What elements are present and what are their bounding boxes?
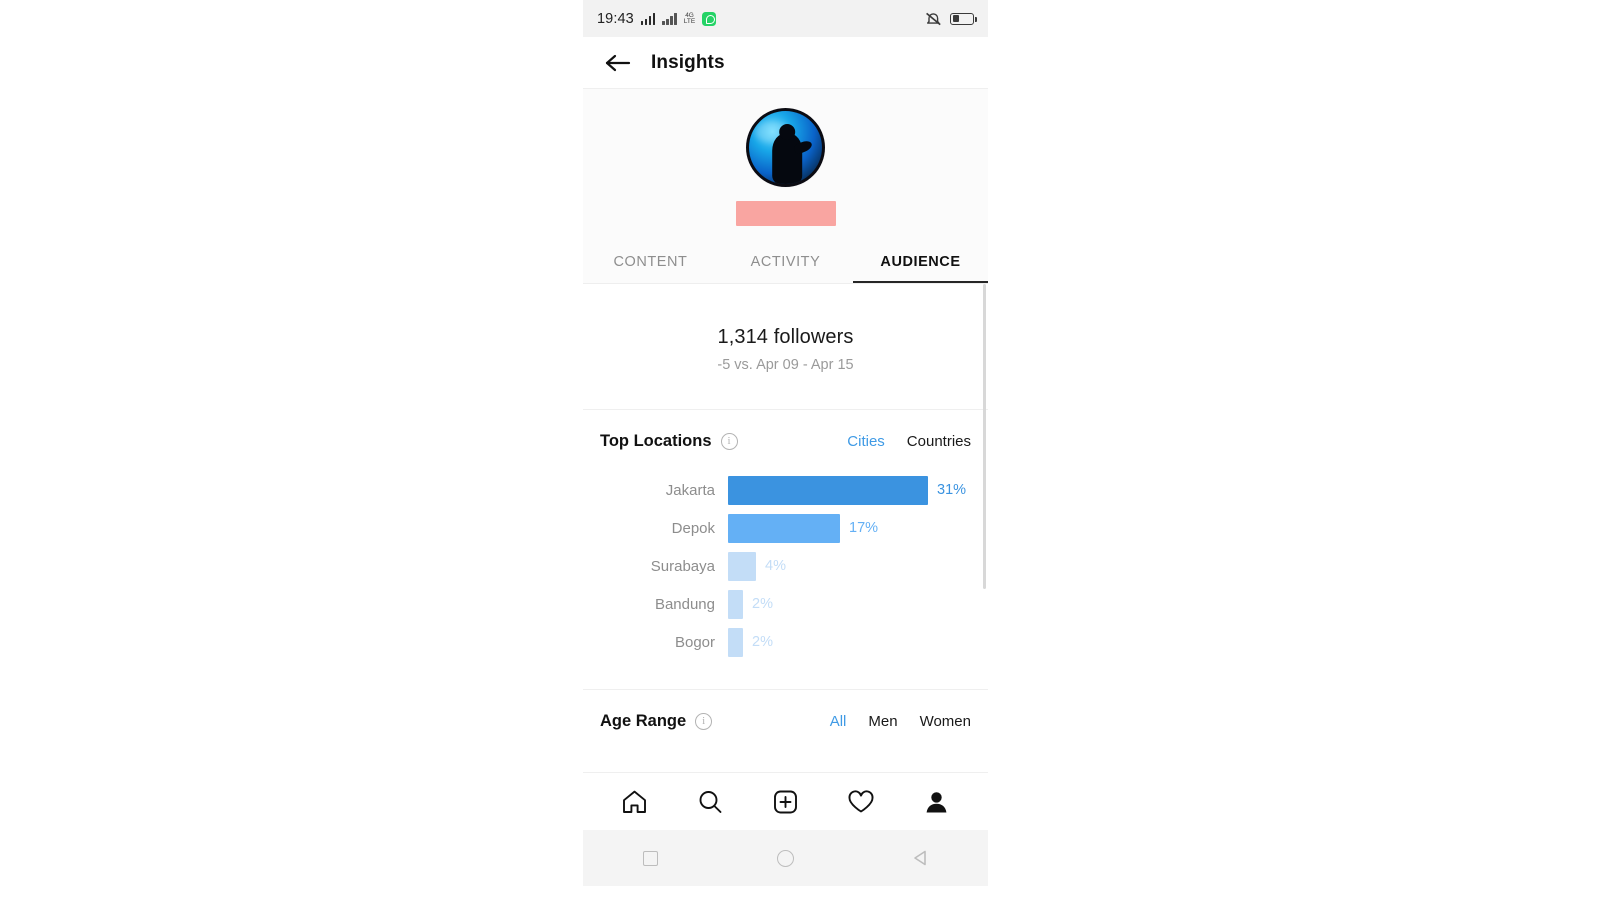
top-locations-segmented-control: Cities Countries (847, 433, 971, 450)
phone-screen: 19:43 4G LTE Insights CONTENT ACTIVITY A… (583, 0, 988, 886)
segment-all[interactable]: All (830, 713, 847, 730)
back-triangle-icon[interactable] (906, 843, 936, 873)
info-icon[interactable]: i (720, 433, 738, 450)
age-range-title: Age Range (600, 712, 687, 730)
segment-cities[interactable]: Cities (847, 433, 885, 450)
followers-delta: -5 vs. Apr 09 - Apr 15 (717, 357, 854, 373)
signal-bars-sim2-icon (662, 12, 677, 25)
screenshot-canvas: 19:43 4G LTE Insights CONTENT ACTIVITY A… (0, 0, 1600, 900)
bar-track: 31% (728, 475, 971, 505)
segment-men[interactable]: Men (868, 713, 897, 730)
scrollbar-thumb[interactable] (983, 284, 986, 589)
table-row: Bogor 2% (600, 623, 971, 661)
page-title: Insights (651, 51, 725, 73)
bottom-nav (583, 772, 988, 830)
age-range-segmented-control: All Men Women (830, 713, 971, 730)
home-icon[interactable] (618, 785, 652, 819)
battery-icon (950, 12, 977, 25)
bar-track: 2% (728, 627, 971, 657)
bar-label: Surabaya (650, 557, 715, 575)
bar-fill (728, 551, 756, 581)
system-nav-bar (583, 830, 988, 886)
table-row: Depok 17% (600, 509, 971, 547)
search-icon[interactable] (693, 785, 727, 819)
top-locations-section: Top Locations i Cities Countries Jakarta… (583, 410, 988, 675)
bar-value: 31% (937, 482, 967, 498)
bar-fill (728, 627, 743, 657)
profile-header: CONTENT ACTIVITY AUDIENCE (583, 89, 988, 284)
home-circle-icon[interactable] (771, 843, 801, 873)
top-locations-title: Top Locations (600, 432, 712, 450)
tab-content-label: CONTENT (613, 254, 688, 270)
status-time: 19:43 (597, 10, 634, 27)
top-locations-chart: Jakarta 31% Depok 17% Surabaya 4% Bandun… (600, 453, 971, 675)
bar-label: Depok (671, 519, 715, 537)
bar-label: Bogor (674, 633, 715, 651)
profile-icon[interactable] (919, 785, 953, 819)
age-range-section: Age Range i All Men Women (583, 689, 988, 733)
status-bar-right (925, 12, 977, 26)
info-icon[interactable]: i (695, 713, 713, 730)
network-speed-bottom: LTE (683, 17, 696, 25)
recents-icon[interactable] (636, 843, 666, 873)
followers-count: 1,314 followers (717, 326, 854, 348)
network-speed-icon: 4G LTE (683, 12, 696, 25)
bar-track: 4% (728, 551, 971, 581)
bar-value: 2% (752, 634, 773, 650)
followers-summary: 1,314 followers -5 vs. Apr 09 - Apr 15 (583, 284, 988, 589)
tab-audience[interactable]: AUDIENCE (853, 248, 988, 283)
app-bar: Insights (583, 37, 988, 89)
mute-icon (925, 12, 942, 26)
bar-value: 2% (752, 596, 773, 612)
whatsapp-icon (702, 11, 717, 26)
bar-track: 2% (728, 589, 971, 619)
segment-women[interactable]: Women (920, 713, 971, 730)
avatar-wrapper (583, 111, 988, 184)
avatar[interactable] (749, 111, 822, 184)
bar-label: Jakarta (665, 481, 715, 499)
tab-activity[interactable]: ACTIVITY (718, 248, 853, 283)
table-row: Surabaya 4% (600, 547, 971, 585)
status-bar-left: 19:43 4G LTE (597, 10, 717, 27)
age-range-header: Age Range i All Men Women (600, 690, 971, 733)
username-redaction-bar (735, 201, 836, 226)
table-row: Jakarta 31% (600, 471, 971, 509)
bar-fill (728, 589, 743, 619)
top-locations-header: Top Locations i Cities Countries (600, 410, 971, 453)
status-bar: 19:43 4G LTE (583, 0, 988, 37)
bar-value: 17% (849, 520, 879, 536)
heart-icon[interactable] (844, 785, 878, 819)
bar-fill (728, 475, 928, 505)
add-post-icon[interactable] (768, 785, 802, 819)
signal-bars-sim1-icon (640, 12, 656, 25)
tab-activity-label: ACTIVITY (750, 254, 821, 270)
bar-fill (728, 513, 840, 543)
tab-content[interactable]: CONTENT (583, 248, 718, 283)
bar-value: 4% (765, 558, 786, 574)
table-row: Bandung 2% (600, 585, 971, 623)
tab-audience-label: AUDIENCE (880, 254, 961, 270)
bar-track: 17% (728, 513, 971, 543)
segment-countries[interactable]: Countries (907, 433, 971, 450)
avatar-silhouette (771, 132, 802, 184)
bar-label: Bandung (654, 595, 715, 613)
insights-tabs: CONTENT ACTIVITY AUDIENCE (583, 248, 988, 283)
back-arrow-icon[interactable] (605, 53, 631, 73)
